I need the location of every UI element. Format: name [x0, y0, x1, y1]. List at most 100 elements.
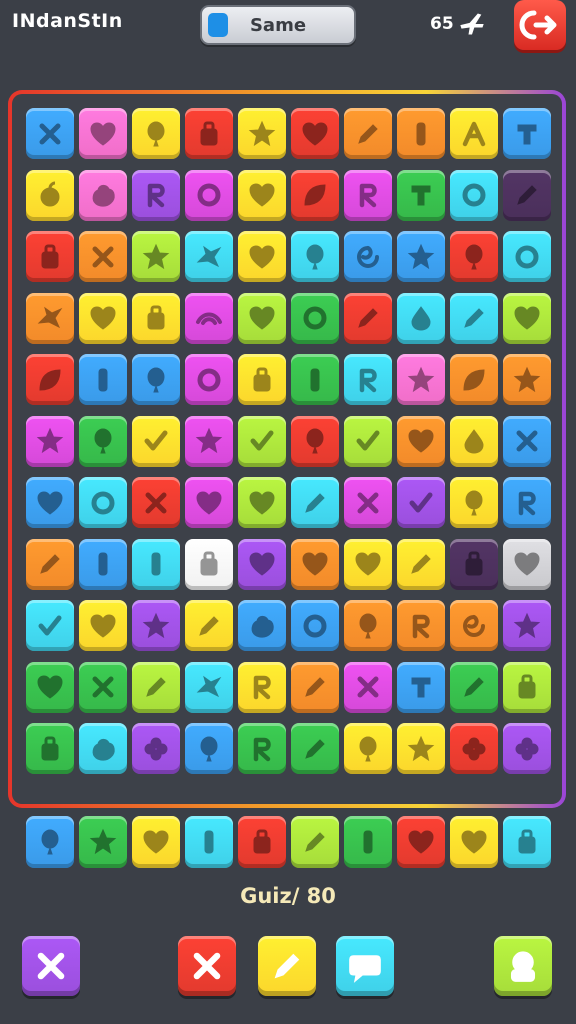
tile-cyan-bag[interactable]	[503, 816, 551, 868]
tile-purple-flower[interactable]	[132, 723, 180, 774]
tile-blue-balloon[interactable]	[132, 354, 180, 405]
tile-green-x[interactable]	[79, 661, 127, 713]
character-button[interactable]	[494, 936, 552, 996]
close-button[interactable]	[22, 936, 80, 996]
tile-lime-heart[interactable]	[238, 292, 286, 344]
tile-magenta-star[interactable]	[26, 415, 74, 467]
tile-blue-bar[interactable]	[79, 354, 127, 405]
tile-orange-heart[interactable]	[291, 538, 339, 590]
cancel-button[interactable]	[178, 936, 236, 996]
tile-lime-heart[interactable]	[503, 292, 551, 344]
tile-orange-pencil[interactable]	[26, 538, 74, 590]
tile-yellow-bag[interactable]	[238, 354, 286, 405]
tile-red-heart[interactable]	[397, 816, 445, 868]
tile-purple-check[interactable]	[397, 477, 445, 528]
exit-button[interactable]	[514, 0, 566, 50]
tile-yellow-balloon[interactable]	[132, 108, 180, 159]
tile-blue-swirl[interactable]	[344, 231, 392, 282]
tile-red-pencil[interactable]	[344, 292, 392, 344]
chat-button[interactable]	[336, 936, 394, 996]
tile-magenta-letter-r[interactable]	[344, 169, 392, 221]
tile-cyan-pencil[interactable]	[291, 477, 339, 528]
tile-yellow-drop[interactable]	[450, 415, 498, 467]
tile-green-tee[interactable]	[397, 169, 445, 221]
tile-green-pencil[interactable]	[291, 723, 339, 774]
tile-orange-star[interactable]	[503, 354, 551, 405]
tile-magenta-wave[interactable]	[185, 292, 233, 344]
tile-yellow-heart[interactable]	[450, 816, 498, 868]
tile-cyan-check[interactable]	[26, 600, 74, 651]
tile-orange-pencil[interactable]	[344, 108, 392, 159]
tile-yellow-check[interactable]	[132, 415, 180, 467]
tile-green-ring[interactable]	[291, 292, 339, 344]
tile-dark-bag[interactable]	[450, 538, 498, 590]
tile-cyan-ring[interactable]	[503, 231, 551, 282]
tile-yellow-balloon[interactable]	[450, 477, 498, 528]
tile-orange-heart[interactable]	[397, 415, 445, 467]
tile-lime-pencil[interactable]	[291, 816, 339, 868]
tile-magenta-ring[interactable]	[185, 169, 233, 221]
tile-cyan-ring[interactable]	[450, 169, 498, 221]
tile-green-bag[interactable]	[26, 723, 74, 774]
tile-red-leaf[interactable]	[291, 169, 339, 221]
tile-yellow-heart[interactable]	[238, 169, 286, 221]
tile-blue-tee[interactable]	[503, 108, 551, 159]
tile-red-balloon[interactable]	[291, 415, 339, 467]
tile-blue-star[interactable]	[397, 231, 445, 282]
tile-magenta-ring[interactable]	[185, 354, 233, 405]
tile-red-bag[interactable]	[26, 231, 74, 282]
tile-yellow-heart[interactable]	[79, 600, 127, 651]
tile-orange-bar[interactable]	[397, 108, 445, 159]
tile-yellow-star[interactable]	[397, 723, 445, 774]
tile-magenta-star[interactable]	[185, 415, 233, 467]
tile-blue-x[interactable]	[26, 108, 74, 159]
tile-dark-pencil[interactable]	[503, 169, 551, 221]
tile-red-x[interactable]	[132, 477, 180, 528]
tile-orange-x[interactable]	[79, 231, 127, 282]
tile-purple-star[interactable]	[503, 600, 551, 651]
tile-blue-balloon[interactable]	[185, 723, 233, 774]
tile-blue-balloon[interactable]	[26, 816, 74, 868]
tile-orange-swirl[interactable]	[450, 600, 498, 651]
tile-gray-heart[interactable]	[503, 538, 551, 590]
tile-lime-check[interactable]	[238, 415, 286, 467]
tile-cyan-letter-r[interactable]	[344, 354, 392, 405]
tile-yellow-pencil[interactable]	[397, 538, 445, 590]
tile-orange-letter-r[interactable]	[397, 600, 445, 651]
tile-purple-letter-r[interactable]	[132, 169, 180, 221]
tile-lime-heart[interactable]	[238, 477, 286, 528]
tile-blue-heart[interactable]	[26, 477, 74, 528]
tile-cyan-bird[interactable]	[185, 661, 233, 713]
tile-red-heart[interactable]	[291, 108, 339, 159]
tile-green-star[interactable]	[79, 816, 127, 868]
tile-blue-letter-r[interactable]	[503, 477, 551, 528]
tile-blue-x[interactable]	[503, 415, 551, 467]
tile-cyan-bar[interactable]	[185, 816, 233, 868]
tile-cyan-pencil[interactable]	[450, 292, 498, 344]
tile-white-bag[interactable]	[185, 538, 233, 590]
tile-cyan-ring[interactable]	[79, 477, 127, 528]
tile-red-balloon[interactable]	[450, 231, 498, 282]
game-mode-button[interactable]: Same	[200, 5, 356, 45]
tile-cyan-balloon[interactable]	[291, 231, 339, 282]
pencil-button[interactable]	[258, 936, 316, 996]
tile-yellow-pencil[interactable]	[185, 600, 233, 651]
tile-green-heart[interactable]	[26, 661, 74, 713]
tile-blue-tee[interactable]	[397, 661, 445, 713]
tile-cyan-bar[interactable]	[132, 538, 180, 590]
tile-yellow-heart[interactable]	[344, 538, 392, 590]
tile-blue-bar[interactable]	[79, 538, 127, 590]
tile-cyan-bird[interactable]	[185, 231, 233, 282]
tile-green-letter-r[interactable]	[238, 723, 286, 774]
tile-red-leaf[interactable]	[26, 354, 74, 405]
tile-magenta-x[interactable]	[344, 661, 392, 713]
tile-yellow-bag[interactable]	[132, 292, 180, 344]
tile-yellow-heart[interactable]	[238, 231, 286, 282]
tile-yellow-letter-r[interactable]	[238, 661, 286, 713]
tile-orange-balloon[interactable]	[344, 600, 392, 651]
tile-red-bag[interactable]	[185, 108, 233, 159]
tile-yellow-balloon[interactable]	[344, 723, 392, 774]
tile-pink-star[interactable]	[397, 354, 445, 405]
tile-magenta-x[interactable]	[344, 477, 392, 528]
tile-red-bag[interactable]	[238, 816, 286, 868]
